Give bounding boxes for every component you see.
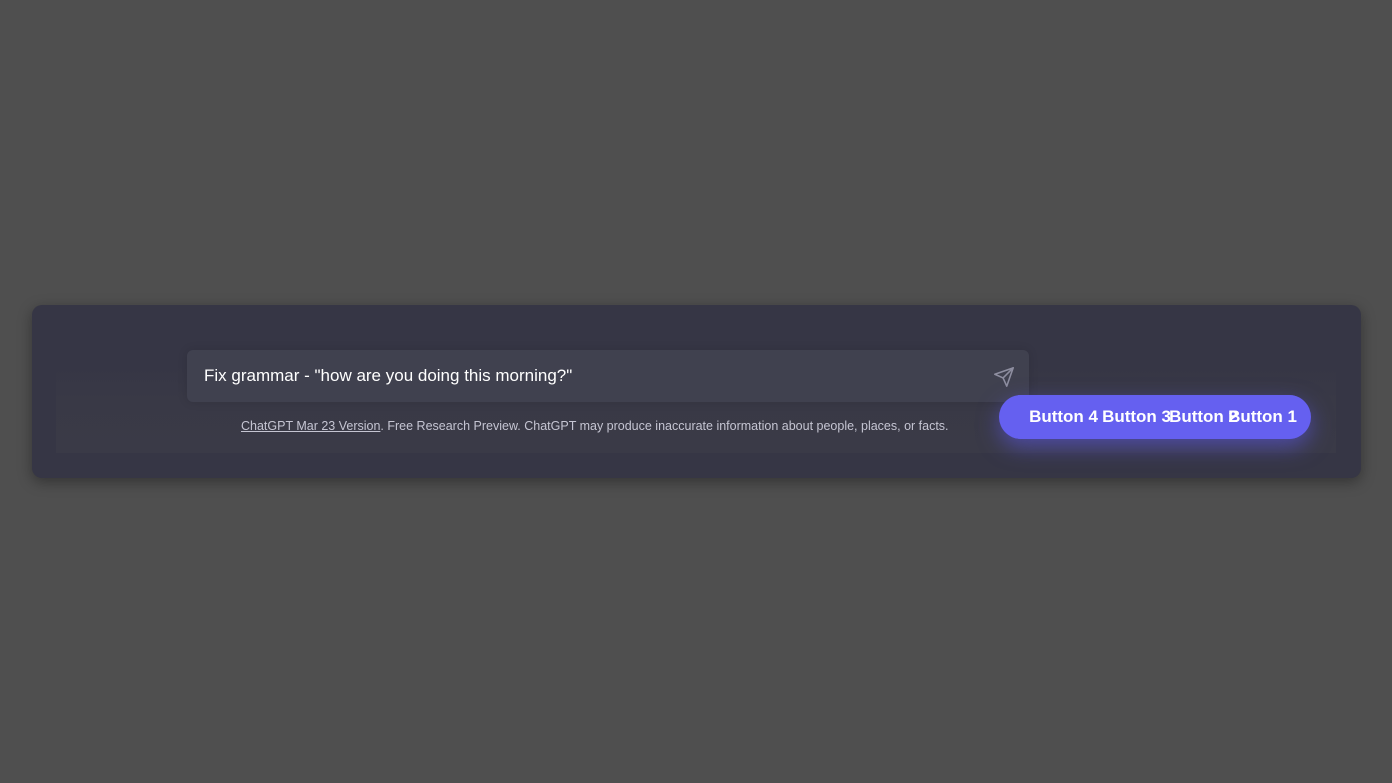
button-1-label: Button 1 <box>1228 407 1297 426</box>
paper-plane-icon <box>994 367 1014 387</box>
disclaimer-text: . Free Research Preview. ChatGPT may pro… <box>380 419 949 433</box>
disclaimer: ChatGPT Mar 23 Version. Free Research Pr… <box>241 419 949 433</box>
version-link[interactable]: ChatGPT Mar 23 Version <box>241 419 380 433</box>
prompt-input-text[interactable]: Fix grammar - "how are you doing this mo… <box>204 366 572 386</box>
chat-panel: Fix grammar - "how are you doing this mo… <box>32 305 1361 478</box>
send-button[interactable] <box>993 366 1015 388</box>
button-group: Button 4 Button 3 Button 2 Button 1 <box>999 395 1311 439</box>
prompt-input-box[interactable]: Fix grammar - "how are you doing this mo… <box>187 350 1029 402</box>
button-4-label: Button 4 <box>1029 407 1098 426</box>
button-4[interactable]: Button 4 <box>1018 395 1098 439</box>
button-3-label: Button 3 <box>1102 407 1171 426</box>
button-1[interactable]: Button 1 <box>1228 395 1297 439</box>
button-3[interactable]: Button 3 <box>1102 395 1171 439</box>
